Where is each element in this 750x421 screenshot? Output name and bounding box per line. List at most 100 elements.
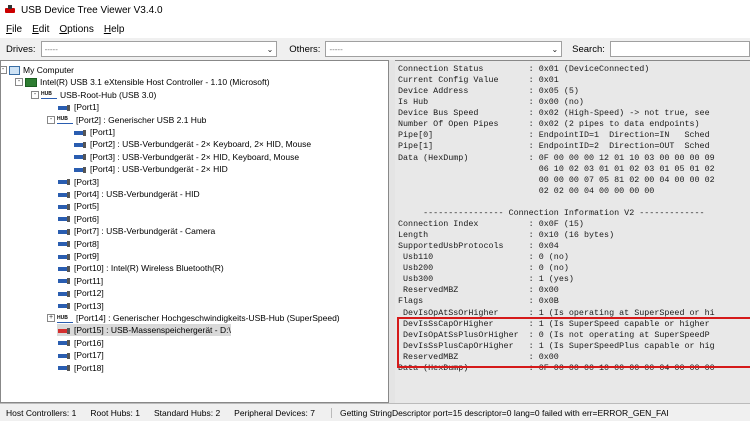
detail-line: Number Of Open Pipes : 0x02 (2 pipes to … — [398, 119, 700, 130]
menu-help[interactable]: Help — [104, 24, 125, 35]
tree-item[interactable]: - HUB USB-Root-Hub (USB 3.0) — [31, 89, 156, 101]
port-icon — [57, 227, 71, 236]
tree-item-label: [Port4] : USB-Verbundgerät - 2× HID — [90, 164, 228, 175]
detail-line: DevIsSsCapOrHigher : 1 (Is SuperSpeed ca… — [398, 318, 710, 329]
collapse-icon[interactable]: - — [31, 90, 39, 99]
detail-line: Pipe[0] : EndpointID=1 Direction=IN Sche… — [398, 130, 710, 141]
menu-bar: File Edit Options Help — [0, 20, 750, 38]
detail-line: DevIsOpAtSsOrHigher : 1 (Is operating at… — [398, 307, 715, 318]
detail-line: Is Hub : 0x00 (no) — [398, 97, 584, 108]
detail-line: ---------------- Connection Information … — [398, 207, 705, 218]
tree-item[interactable]: + HUB [Port14] : Generischer Hochgeschwind… — [47, 312, 340, 324]
tree-item[interactable]: [Port13] — [57, 300, 104, 312]
others-label: Others: — [289, 43, 321, 55]
tree-item[interactable]: - My Computer — [1, 64, 75, 76]
tree-item-label: [Port2] : USB-Verbundgerät - 2× Keyboard… — [90, 139, 312, 150]
search-input[interactable] — [609, 41, 750, 57]
tree-item[interactable]: [Port11] — [57, 275, 103, 287]
tree-item[interactable]: [Port8] — [57, 238, 99, 250]
tree-item[interactable]: [Port12] — [57, 287, 104, 299]
status-peripheral-devices: Peripheral Devices: 7 — [234, 407, 315, 418]
detail-line: Usb110 : 0 (no) — [398, 252, 569, 263]
port-icon — [73, 152, 87, 161]
detail-line: Connection Index : 0x0F (15) — [398, 218, 584, 229]
tree-item-label: My Computer — [23, 65, 75, 75]
tree-item[interactable]: - Intel(R) USB 3.1 eXtensible Host Contro… — [15, 76, 270, 88]
tree-item[interactable]: [Port4] : USB-Verbundgerät - 2× HID — [73, 163, 228, 175]
tree-item[interactable]: [Port7] : USB-Verbundgerät - Camera — [57, 225, 215, 237]
tree-item[interactable]: [Port1] — [73, 126, 115, 138]
status-bar: Host Controllers: 1 Root Hubs: 1 Standar… — [0, 403, 750, 421]
details-pane[interactable]: Connection Status : 0x01 (DeviceConnecte… — [395, 60, 750, 403]
tree-item-label: Intel(R) USB 3.1 eXtensible Host Control… — [40, 77, 270, 88]
collapse-icon[interactable]: - — [1, 66, 7, 74]
window-title: USB Device Tree Viewer V3.4.0 — [21, 4, 163, 16]
collapse-icon[interactable]: - — [15, 78, 23, 87]
others-dropdown[interactable]: ----- ⌄ — [325, 41, 563, 57]
hub-icon: HUB — [57, 314, 73, 323]
port-icon — [57, 103, 71, 112]
menu-file[interactable]: File — [6, 24, 22, 35]
tree-item[interactable]: [Port16] — [57, 337, 104, 349]
tree-item[interactable]: [Port18] — [57, 362, 104, 374]
port-icon — [57, 351, 71, 360]
tree-item[interactable]: [Port15] : USB-Massenspeichergerät - D:\ — [57, 324, 231, 337]
tree-item-label: [Port13] — [74, 300, 104, 311]
collapse-icon[interactable]: - — [47, 115, 55, 124]
detail-line: Pipe[1] : EndpointID=2 Direction=OUT Sch… — [398, 141, 710, 152]
tree-item-label: [Port14] : Generischer Hochgeschwindigke… — [76, 313, 340, 323]
expand-icon[interactable]: + — [47, 314, 55, 322]
detail-line: 06 10 02 03 01 01 02 03 01 05 01 02 — [398, 163, 715, 174]
tree-item-label: [Port17] — [74, 350, 104, 361]
port-icon — [57, 363, 71, 372]
detail-line: Current Config Value : 0x01 — [398, 75, 559, 86]
menu-options[interactable]: Options — [59, 24, 93, 35]
port-icon — [57, 214, 71, 223]
detail-line: Device Address : 0x05 (5) — [398, 86, 579, 97]
hub-icon: HUB — [57, 115, 73, 125]
port-icon — [57, 252, 71, 261]
detail-line: 02 02 00 04 00 00 00 00 — [398, 185, 655, 196]
tree-item-label: [Port1] — [90, 127, 116, 137]
toolbar: Drives: ----- ⌄ Others: ----- ⌄ Search: — [0, 38, 750, 60]
tree-item-label: [Port6] — [74, 213, 100, 224]
detail-line: DevIsOpAtSsPlusOrHigher : 0 (Is not oper… — [398, 329, 710, 340]
device-tree[interactable]: - My Computer - Intel(R) USB 3.1 eXtensible… — [0, 60, 389, 403]
tree-item[interactable]: [Port2] : USB-Verbundgerät - 2× Keyboard… — [73, 138, 311, 150]
tree-item[interactable]: [Port6] — [57, 213, 99, 225]
port-icon — [57, 338, 71, 347]
tree-item[interactable]: - HUB [Port2] : Generischer USB 2.1 Hub — [47, 114, 206, 126]
tree-item-label: [Port10] : Intel(R) Wireless Bluetooth(R… — [74, 263, 224, 274]
tree-item[interactable]: [Port17] — [57, 349, 104, 361]
tree-item-label: [Port1] — [74, 102, 100, 113]
tree-item-label: [Port18] — [74, 362, 104, 373]
tree-item-label: [Port3] — [74, 176, 100, 187]
port-icon — [73, 128, 87, 137]
tree-item[interactable]: [Port3] : USB-Verbundgerät - 2× HID, Key… — [73, 151, 299, 163]
detail-line: Usb300 : 1 (yes) — [398, 274, 574, 285]
drives-dropdown[interactable]: ----- ⌄ — [40, 41, 278, 57]
port-icon — [73, 165, 87, 174]
tree-item[interactable]: [Port3] — [57, 176, 99, 188]
title-bar: USB Device Tree Viewer V3.4.0 — [0, 0, 750, 20]
tree-item[interactable]: [Port4] : USB-Verbundgerät - HID — [57, 188, 200, 200]
tree-item[interactable]: [Port1] — [57, 101, 99, 113]
tree-item-label: [Port12] — [74, 288, 104, 299]
tree-item-label: [Port5] — [74, 201, 100, 212]
tree-item[interactable]: [Port9] — [57, 250, 99, 262]
tree-item-label: [Port3] : USB-Verbundgerät - 2× HID, Key… — [90, 151, 300, 162]
hub-icon: HUB — [41, 90, 57, 100]
tree-item-label: [Port4] : USB-Verbundgerät - HID — [74, 189, 200, 199]
tree-item[interactable]: [Port10] : Intel(R) Wireless Bluetooth(R… — [57, 262, 224, 274]
menu-edit[interactable]: Edit — [32, 24, 49, 35]
detail-line: Usb200 : 0 (no) — [398, 263, 569, 274]
port-icon — [73, 140, 87, 149]
port-icon — [57, 177, 71, 186]
usb-app-icon — [4, 4, 16, 16]
detail-line: Device Bus Speed : 0x02 (High-Speed) -> … — [398, 108, 710, 119]
tree-item[interactable]: [Port5] — [57, 200, 99, 212]
chevron-down-icon: ⌄ — [266, 44, 274, 54]
tree-item-label: [Port9] — [74, 251, 100, 261]
port-icon — [57, 326, 71, 335]
tree-item-label: [Port11] — [74, 275, 104, 286]
